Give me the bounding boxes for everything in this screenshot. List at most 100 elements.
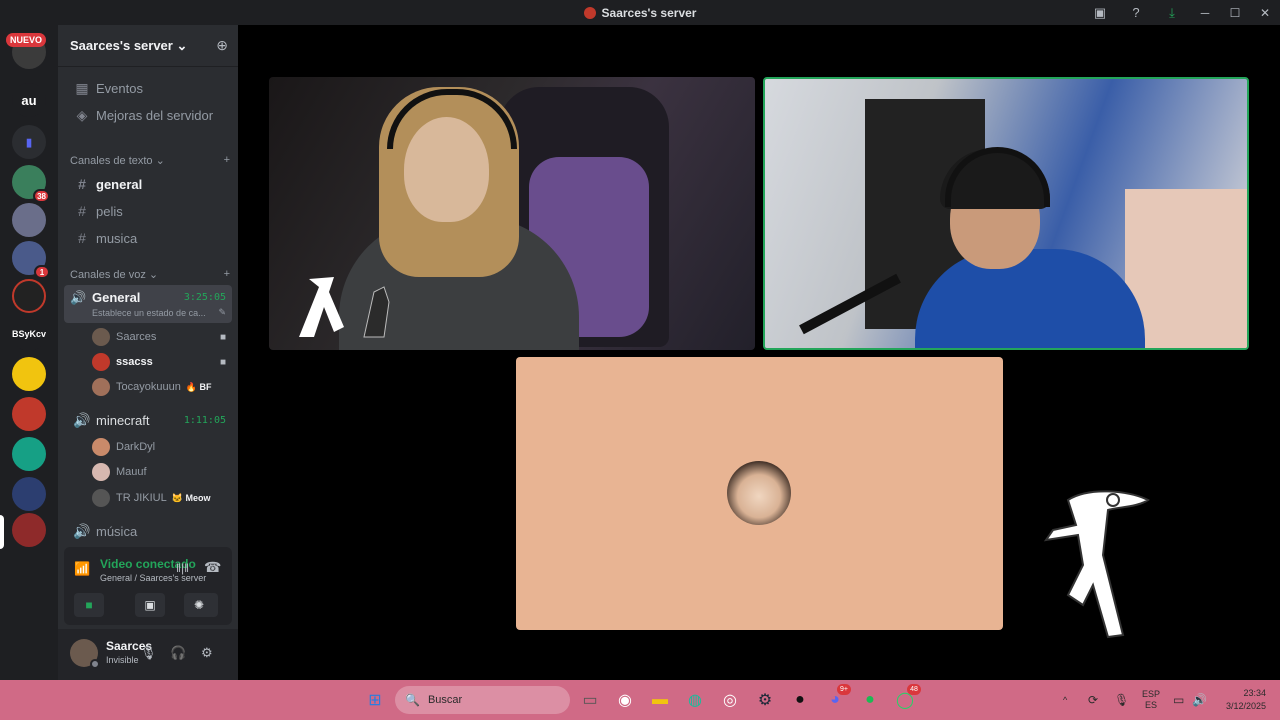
server-name: Saarces's server ⌄ [70,37,188,53]
voice-channel-musica[interactable]: 🔊 música [66,518,232,544]
user-panel: Saarces Invisible 🎙 🎧 ⚙ [58,629,238,680]
language-indicator[interactable]: ESP ES [1142,680,1160,720]
close-button[interactable]: ✕ [1250,0,1280,25]
participant-avatar [727,461,791,525]
server-icon-10[interactable] [12,397,46,431]
server-icon-5[interactable] [12,203,46,237]
voice-channel-general[interactable]: 🔊 General 3:25:05 Establece un estado de… [64,285,232,323]
video-tile-1[interactable] [269,77,755,350]
maximize-button[interactable]: ☐ [1220,0,1250,25]
voice-user[interactable]: DarkDyl [92,436,232,458]
signal-icon[interactable]: 📶 [74,561,90,577]
settings-gear-icon[interactable]: ⚙ [201,645,213,661]
add-voice-channel-icon[interactable]: + [224,268,230,281]
edit-icon[interactable]: ✎ [218,307,226,318]
taskbar-search[interactable]: 🔍 Buscar [395,686,570,714]
network-icon[interactable]: ▭ [1173,680,1184,720]
minimize-button[interactable]: ─ [1190,0,1220,25]
headphones-icon[interactable]: 🎧 [170,645,186,661]
steam-icon[interactable]: ⚙ [753,688,777,712]
sticker-figure [299,277,390,338]
discord-badge: 9+ [837,684,851,695]
clock[interactable]: 23:34 3/12/2025 [1226,687,1266,713]
taskbar: ⊞ 🔍 Buscar ▭ ◉ ▬ ◍ ◎ ⚙ ● ◕ 9+ ● ◯ 48 ^ ⟳ 🎙 … [0,680,1280,720]
channel-status[interactable]: Establece un estado de ca... [92,308,206,318]
voice-user[interactable]: Saarces ■ [92,326,232,348]
screen-share-button[interactable]: ▣ [135,593,165,617]
window-title: Saarces's server [583,5,697,20]
video-tile-2[interactable] [763,77,1249,350]
server-list: NUEVO au ▮ 38 1 BSyKcv [0,25,58,680]
server-header[interactable]: Saarces's server ⌄ ⊕ [58,25,238,67]
voice-user[interactable]: Mauuf [92,461,232,483]
channel-pelis[interactable]: # pelis [66,198,232,224]
server-icon-9[interactable] [12,357,46,391]
file-explorer-icon[interactable]: ▬ [648,688,672,712]
hash-icon: # [78,176,86,192]
disconnect-icon[interactable]: ☎ [204,559,221,576]
server-icon-11[interactable] [12,437,46,471]
sticker-figure-large [1043,490,1150,639]
obs-icon[interactable]: ● [788,688,812,712]
noise-suppression-icon[interactable]: ‖|‖ [176,561,189,575]
search-icon: 🔍 [405,693,420,707]
screen-share-icon[interactable]: ▣ [1082,0,1118,25]
camera-icon: ■ [219,356,226,368]
speaker-icon: 🔊 [73,522,91,539]
channel-general[interactable]: # general [66,171,232,197]
unread-badge: 1 [34,265,50,279]
title-bar: Saarces's server ▣ ? ⤓ ─ ☐ ✕ [0,0,1280,25]
connection-location[interactable]: General / Saarces's server [100,573,206,583]
windows-start-icon[interactable]: ⊞ [363,688,387,712]
voice-user[interactable]: ssacss ■ [92,351,232,373]
edge-icon[interactable]: ◍ [683,688,707,712]
help-icon[interactable]: ? [1118,0,1154,25]
video-tile-3-avatar[interactable] [516,357,1003,630]
voice-user[interactable]: TR JIKIUL 🐱 Meow [92,487,232,509]
window-title-text: Saarces's server [601,5,697,20]
spotify-icon[interactable]: ● [858,688,882,712]
download-icon[interactable]: ⤓ [1154,0,1190,25]
hash-icon: # [78,230,86,246]
add-channel-icon[interactable]: + [224,154,230,167]
whatsapp-badge: 48 [907,684,921,695]
hash-icon: # [78,203,86,219]
channel-sidebar: Saarces's server ⌄ ⊕ ▦ Eventos ◈ Mejoras d… [58,25,238,680]
task-view-icon[interactable]: ▭ [578,688,602,712]
boost-icon: ◈ [76,106,88,123]
text-channels-category[interactable]: Canales de texto ⌄ + [70,154,230,167]
whatsapp-icon[interactable]: ◯ 48 [893,684,921,712]
server-icon-4[interactable]: 38 [12,165,50,203]
server-icon-bsykcv[interactable]: BSyKcv [12,317,46,351]
server-icon-au[interactable]: au [12,83,46,117]
voice-user[interactable]: Tocayokuuun 🔥 BF [92,376,232,398]
sync-icon[interactable]: ⟳ [1088,680,1098,720]
server-icon [583,6,596,19]
avatar [92,463,110,481]
voice-timer: 3:25:05 [183,292,226,303]
mic-icon[interactable]: 🎙 [140,645,157,661]
new-badge: NUEVO [6,33,47,47]
volume-icon[interactable]: 🔊 [1192,680,1207,720]
discord-icon[interactable]: ◕ 9+ [823,684,851,712]
server-icon-active[interactable] [12,513,46,547]
invite-people-icon[interactable]: ⊕ [216,37,228,54]
avatar [92,489,110,507]
soundboard-button[interactable]: ✺ [184,593,214,617]
voice-channel-minecraft[interactable]: 🔊 minecraft 1:11:05 [66,407,232,433]
user-tag: 🔥 BF [185,381,212,392]
chrome-icon[interactable]: ◉ [613,688,637,712]
events-link[interactable]: ▦ Eventos [66,75,232,101]
folder-icon[interactable]: ▮ [12,125,46,159]
server-icon-12[interactable] [12,477,46,511]
voice-channels-category[interactable]: Canales de voz ⌄ + [70,268,230,281]
chrome-profile-icon[interactable]: ◎ [718,688,742,712]
server-icon-6[interactable]: 1 [12,241,50,279]
server-icon-7[interactable] [12,279,46,313]
mic-tray-icon[interactable]: 🎙 [1114,680,1129,720]
camera-button[interactable]: ■ [74,593,104,617]
tray-chevron-icon[interactable]: ^ [1063,680,1067,720]
channel-musica[interactable]: # musica [66,225,232,251]
server-boost-link[interactable]: ◈ Mejoras del servidor [66,102,232,128]
unread-badge: 38 [33,189,50,203]
